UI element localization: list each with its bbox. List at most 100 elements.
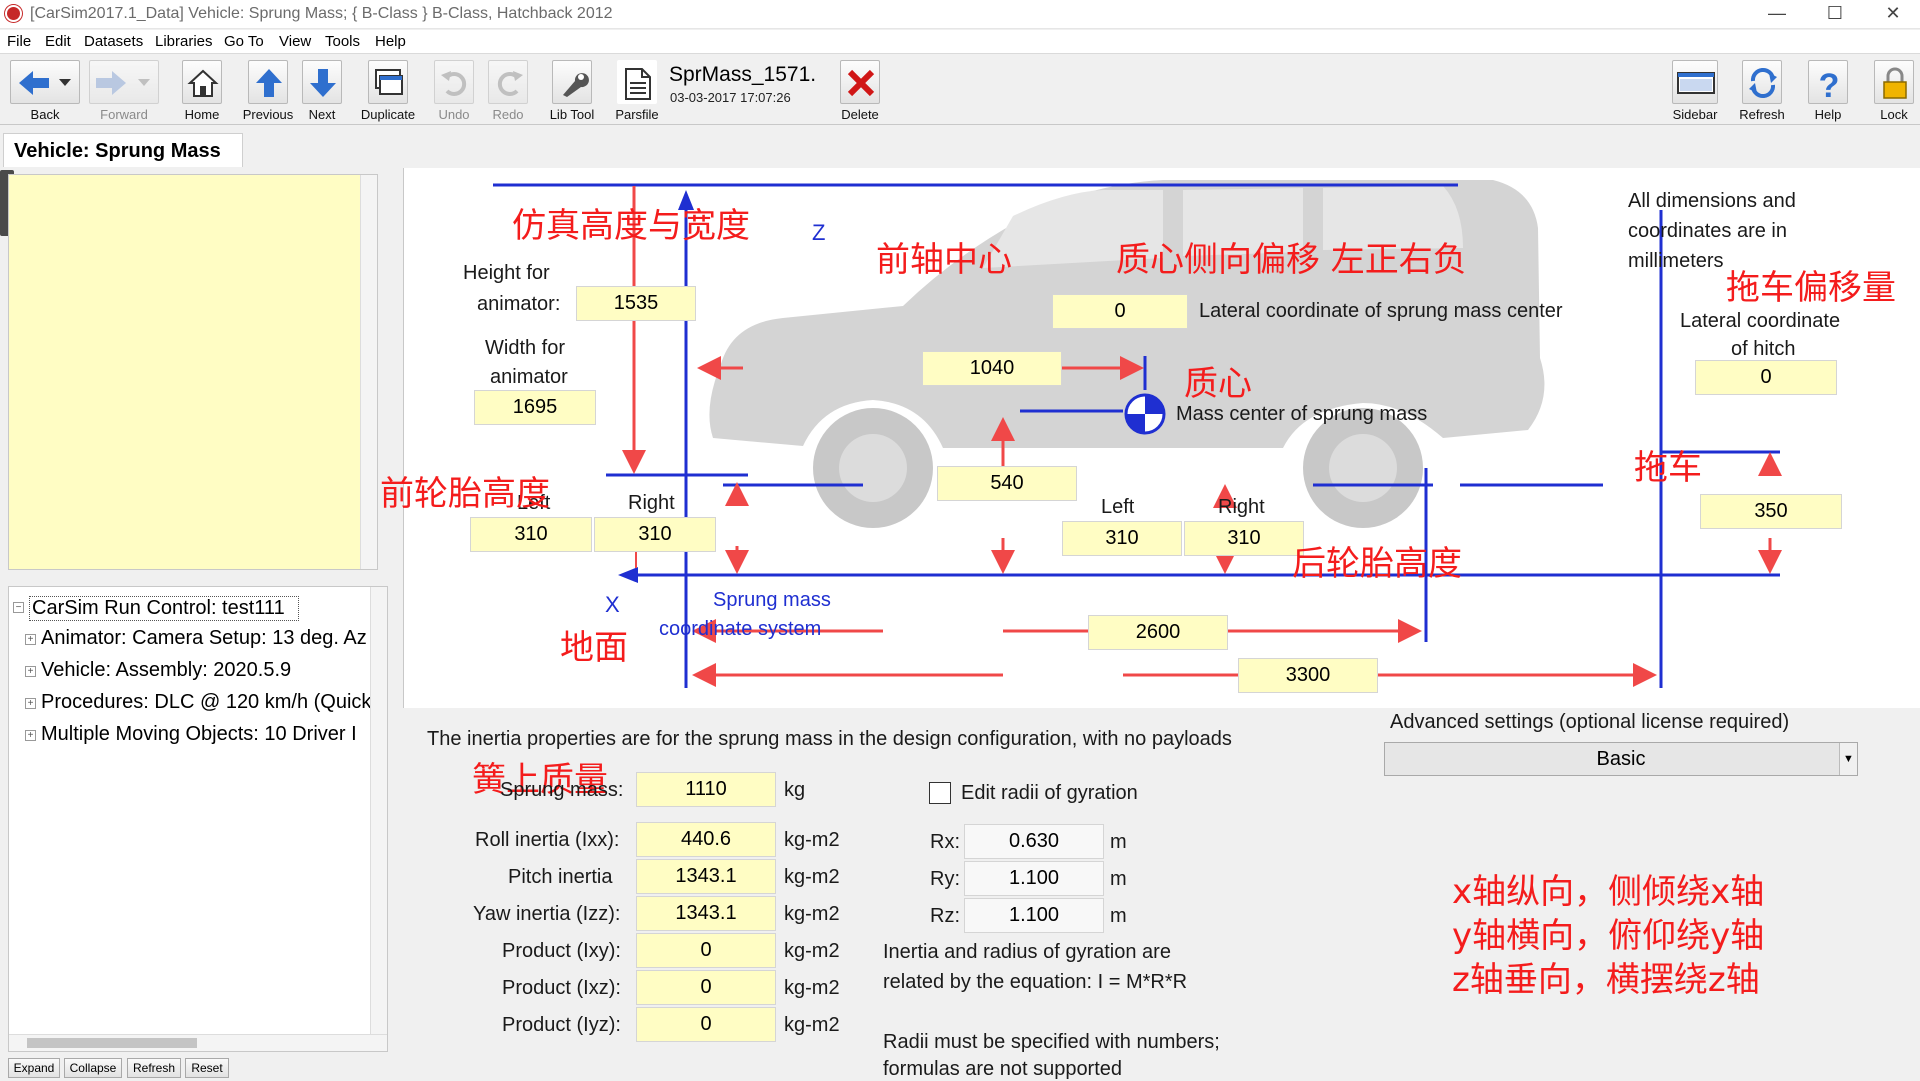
- product-ixz-input[interactable]: 0: [636, 970, 776, 1005]
- menu-tools[interactable]: Tools: [325, 33, 360, 50]
- sidebar-button[interactable]: Sidebar: [1670, 58, 1720, 122]
- equation-note-2: related by the equation: I = M*R*R: [883, 971, 1188, 993]
- back-icon: [10, 60, 80, 104]
- width-label-2: animator: [490, 366, 568, 388]
- refresh-tree-button[interactable]: Refresh: [127, 1058, 181, 1078]
- sprung-mass-input[interactable]: 1110: [636, 772, 776, 807]
- sprung-mass-unit: kg: [784, 779, 806, 801]
- maximize-button[interactable]: ☐: [1812, 0, 1858, 29]
- ry-label: Ry:: [930, 868, 960, 890]
- document-icon: [617, 60, 657, 104]
- yaw-inertia-input[interactable]: 1343.1: [636, 896, 776, 931]
- rear-left-tire-input[interactable]: 310: [1062, 521, 1182, 556]
- yaw-inertia-unit: kg-m2: [784, 903, 840, 925]
- tree-toggle[interactable]: −: [13, 602, 24, 613]
- cg-x-input[interactable]: 1040: [922, 351, 1062, 386]
- rx-unit: m: [1110, 831, 1127, 853]
- product-ixz-unit: kg-m2: [784, 977, 840, 999]
- arrow-up-icon: [248, 60, 288, 104]
- reset-button[interactable]: Reset: [185, 1058, 229, 1078]
- delete-button[interactable]: Delete: [838, 58, 882, 122]
- menu-datasets[interactable]: Datasets: [84, 33, 143, 50]
- front-right-tire-input[interactable]: 310: [594, 517, 716, 552]
- edit-radii-checkbox[interactable]: [929, 782, 951, 804]
- height-input[interactable]: 1535: [576, 286, 696, 321]
- tree-toggle[interactable]: +: [25, 634, 36, 645]
- rz-input[interactable]: 1.100: [964, 898, 1104, 933]
- hitch-lateral-input[interactable]: 0: [1695, 360, 1837, 395]
- notes-area[interactable]: [8, 174, 378, 570]
- edit-radii-label: Edit radii of gyration: [961, 782, 1138, 804]
- menu-file[interactable]: File: [7, 33, 31, 50]
- back-button[interactable]: Back: [8, 58, 82, 122]
- refresh-icon: [1742, 60, 1782, 104]
- lateral-cg-input[interactable]: 0: [1052, 294, 1188, 329]
- refresh-button[interactable]: Refresh: [1739, 58, 1785, 122]
- menu-help[interactable]: Help: [375, 33, 406, 50]
- width-input[interactable]: 1695: [474, 390, 596, 425]
- product-ixy-input[interactable]: 0: [636, 933, 776, 968]
- hitch-x-input[interactable]: 3300: [1238, 658, 1378, 693]
- redo-button[interactable]: Redo: [486, 58, 530, 122]
- lock-button[interactable]: Lock: [1872, 58, 1916, 122]
- tree-hscroll[interactable]: [9, 1034, 387, 1051]
- product-iyz-input[interactable]: 0: [636, 1007, 776, 1042]
- tree-toggle[interactable]: +: [25, 666, 36, 677]
- menu-libraries[interactable]: Libraries: [155, 33, 213, 50]
- front-left-tire-input[interactable]: 310: [470, 517, 592, 552]
- cg-height-input[interactable]: 540: [937, 466, 1077, 501]
- home-button[interactable]: Home: [180, 58, 224, 122]
- tree-item-vehicle[interactable]: Vehicle: Assembly: 2020.5.9: [41, 659, 371, 682]
- product-iyz-label: Product (Iyz):: [502, 1014, 621, 1036]
- hitch-height-input[interactable]: 350: [1700, 494, 1842, 529]
- tree-item-animator[interactable]: Animator: Camera Setup: 13 deg. Az: [41, 627, 371, 650]
- next-button[interactable]: Next: [300, 58, 344, 122]
- tree-item-run-control[interactable]: CarSim Run Control: test111: [29, 596, 299, 621]
- menu-goto[interactable]: Go To: [224, 33, 264, 50]
- front-right-label: Right: [628, 492, 675, 514]
- pitch-inertia-unit: kg-m2: [784, 866, 840, 888]
- close-button[interactable]: ✕: [1870, 0, 1916, 29]
- numbers-note-2: formulas are not supported: [883, 1058, 1123, 1080]
- rx-input[interactable]: 0.630: [964, 824, 1104, 859]
- equation-note: Inertia and radius of gyration are: [883, 941, 1171, 963]
- annotation-axis-y: y轴横向，俯仰绕y轴: [1452, 916, 1765, 956]
- forward-button[interactable]: Forward: [88, 58, 160, 122]
- tree-toggle[interactable]: +: [25, 730, 36, 741]
- undo-button[interactable]: Undo: [432, 58, 476, 122]
- menu-edit[interactable]: Edit: [45, 33, 71, 50]
- menu-view[interactable]: View: [279, 33, 311, 50]
- pitch-inertia-input[interactable]: 1343.1: [636, 859, 776, 894]
- wheelbase-input[interactable]: 2600: [1088, 615, 1228, 650]
- expand-button[interactable]: Expand: [8, 1058, 60, 1078]
- chevron-down-icon: ▼: [1839, 743, 1857, 775]
- window-title: [CarSim2017.1_Data] Vehicle: Sprung Mass…: [30, 5, 613, 22]
- advanced-settings-dropdown[interactable]: Basic ▼: [1384, 742, 1858, 776]
- ry-input[interactable]: 1.100: [964, 861, 1104, 896]
- previous-button[interactable]: Previous: [243, 58, 293, 122]
- annotation-trailer-offset: 拖车偏移量: [1726, 268, 1896, 308]
- tree-vscroll[interactable]: [370, 587, 387, 1034]
- arrow-down-icon: [302, 60, 342, 104]
- rear-left-label: Left: [1101, 496, 1135, 518]
- help-button[interactable]: ? Help: [1806, 58, 1850, 122]
- minimize-button[interactable]: —: [1754, 0, 1800, 29]
- tree-item-moving-objects[interactable]: Multiple Moving Objects: 10 Driver I: [41, 723, 371, 746]
- hitch-lateral-label-2: of hitch: [1731, 338, 1796, 360]
- lib-tool-button[interactable]: Lib Tool: [549, 58, 595, 122]
- product-ixy-unit: kg-m2: [784, 940, 840, 962]
- tree-item-procedures[interactable]: Procedures: DLC @ 120 km/h (Quick: [41, 691, 371, 714]
- tab-vehicle-sprung-mass[interactable]: Vehicle: Sprung Mass: [3, 133, 243, 167]
- product-ixy-label: Product (Ixy):: [502, 940, 621, 962]
- tree-toggle[interactable]: +: [25, 698, 36, 709]
- roll-inertia-label: Roll inertia (Ixx):: [475, 829, 620, 851]
- lateral-cg-label: Lateral coordinate of sprung mass center: [1199, 300, 1563, 322]
- dataset-name[interactable]: SprMass_1571.: [669, 63, 816, 87]
- rear-right-tire-input[interactable]: 310: [1184, 521, 1304, 556]
- roll-inertia-input[interactable]: 440.6: [636, 822, 776, 857]
- collapse-button[interactable]: Collapse: [64, 1058, 122, 1078]
- notes-scrollbar[interactable]: [360, 175, 377, 569]
- rear-right-label: Right: [1218, 496, 1265, 518]
- parsfile-button[interactable]: Parsfile: [615, 58, 659, 122]
- duplicate-button[interactable]: Duplicate: [361, 58, 415, 122]
